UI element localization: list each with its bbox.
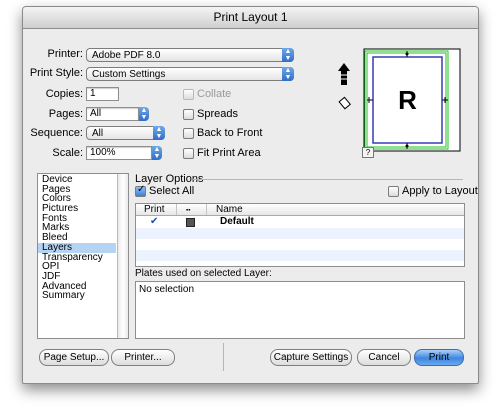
table-row[interactable]: ✔ Default — [136, 216, 464, 227]
popup-arrows-icon: ▲ ▼ — [282, 67, 294, 81]
collate-label: Collate — [197, 88, 232, 100]
page-setup-button[interactable]: Page Setup... — [39, 349, 109, 366]
category-list-scrollbar[interactable] — [117, 174, 128, 338]
fit-print-area-checkbox[interactable] — [183, 148, 194, 159]
back-to-front-checkbox[interactable] — [183, 128, 194, 139]
copies-field[interactable]: 1 — [86, 87, 119, 101]
pages-label: Pages: — [48, 108, 83, 120]
sequence-value: All — [92, 128, 104, 139]
cancel-button[interactable]: Cancel — [357, 349, 411, 366]
feed-direction-arrow-icon — [338, 63, 350, 85]
sequence-label: Sequence: — [30, 127, 83, 139]
print-style-label: Print Style: — [29, 67, 83, 79]
popup-arrows-icon: ▲ ▼ — [153, 126, 165, 140]
select-all-checkbox[interactable] — [135, 184, 146, 197]
back-to-front-label: Back to Front — [197, 127, 263, 139]
plates-value: No selection — [139, 284, 195, 295]
page-preview: R ? — [337, 43, 465, 158]
print-check-icon[interactable]: ✔ — [150, 216, 158, 227]
fit-print-area-label: Fit Print Area — [197, 147, 261, 159]
column-name[interactable]: Name — [216, 204, 243, 215]
window-title: Print Layout 1 — [23, 7, 478, 29]
printer-value: Adobe PDF 8.0 — [92, 50, 161, 61]
preview-help-button[interactable]: ? — [362, 147, 374, 158]
popup-arrows-icon: ▲ ▼ — [282, 48, 294, 62]
paper-orientation-icon — [338, 96, 351, 110]
print-button[interactable]: Print — [414, 349, 464, 366]
layers-table[interactable]: Print ⬝⬝ Name ✔ Default — [135, 203, 465, 267]
layers-table-header: Print ⬝⬝ Name — [136, 204, 464, 216]
capture-settings-button[interactable]: Capture Settings — [270, 349, 352, 366]
spreads-checkbox[interactable] — [183, 109, 194, 120]
printer-button[interactable]: Printer... — [111, 349, 175, 366]
category-list[interactable]: Device Pages Colors Pictures Fonts Marks… — [37, 173, 129, 339]
table-row-empty — [136, 250, 464, 261]
select-all-label: Select All — [149, 185, 195, 197]
spreads-label: Spreads — [197, 108, 238, 120]
print-style-value: Custom Settings — [92, 69, 166, 80]
apply-to-layout-label: Apply to Layout — [402, 185, 478, 197]
scale-label: Scale: — [52, 147, 83, 159]
plates-list[interactable]: No selection — [135, 281, 465, 339]
scale-combo-arrows-icon[interactable]: ▲ ▼ — [152, 146, 162, 160]
sequence-popup[interactable]: All ▲ ▼ — [86, 126, 165, 140]
collate-checkbox[interactable] — [183, 89, 194, 100]
button-divider — [223, 343, 224, 371]
copies-label: Copies: — [45, 88, 83, 100]
printer-popup[interactable]: Adobe PDF 8.0 ▲ ▼ — [86, 48, 294, 62]
print-style-popup[interactable]: Custom Settings ▲ ▼ — [86, 67, 294, 81]
layer-name: Default — [220, 216, 254, 227]
table-row-empty — [136, 228, 464, 239]
category-items: Device Pages Colors Pictures Fonts Marks… — [38, 175, 116, 301]
plates-label: Plates used on selected Layer: — [135, 268, 272, 279]
preview-letter: R — [398, 85, 417, 115]
print-layout-dialog: Print Layout 1 Printer: Adobe PDF 8.0 ▲ ▼… — [22, 6, 479, 384]
apply-to-layout-checkbox[interactable] — [388, 186, 399, 197]
group-divider — [193, 179, 463, 180]
layer-color-swatch — [186, 218, 195, 227]
column-print[interactable]: Print — [144, 204, 165, 215]
visibility-column-icon[interactable]: ⬝⬝ — [186, 204, 190, 215]
pages-combo-arrows-icon[interactable]: ▲ ▼ — [139, 107, 149, 121]
pages-field[interactable]: All — [86, 107, 139, 121]
scale-field[interactable]: 100% — [86, 146, 152, 160]
category-item[interactable]: Summary — [38, 291, 116, 301]
printer-label: Printer: — [47, 48, 83, 60]
